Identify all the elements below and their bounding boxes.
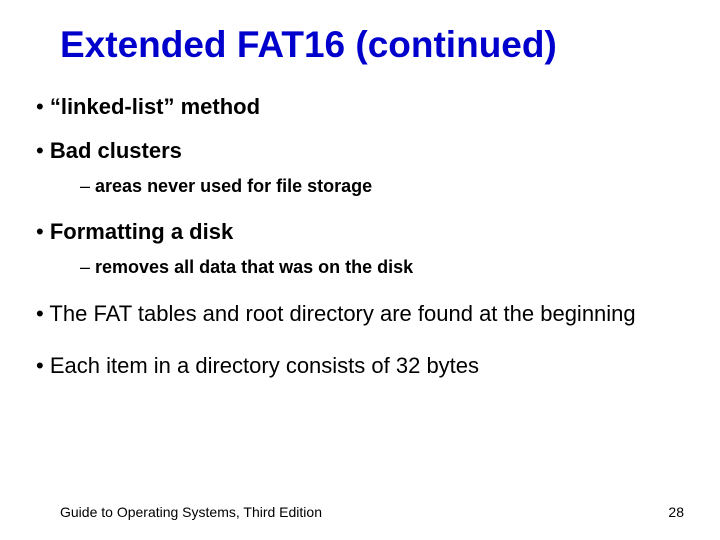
footer: Guide to Operating Systems, Third Editio… (36, 504, 684, 520)
bullet-linked-list: “linked-list” method (36, 94, 684, 120)
bullet-bad-clusters: Bad clusters (36, 138, 684, 164)
footer-source: Guide to Operating Systems, Third Editio… (36, 504, 322, 520)
subbullet-formatting-desc: removes all data that was on the disk (80, 257, 684, 278)
footer-page-number: 28 (668, 504, 684, 520)
bullet-fat-tables: The FAT tables and root directory are fo… (36, 300, 684, 328)
subbullet-bad-clusters-desc: areas never used for file storage (80, 176, 684, 197)
slide: Extended FAT16 (continued) “linked-list”… (0, 0, 720, 540)
slide-title: Extended FAT16 (continued) (60, 24, 684, 66)
bullet-directory-item: Each item in a directory consists of 32 … (36, 352, 684, 380)
bullet-formatting: Formatting a disk (36, 219, 684, 245)
